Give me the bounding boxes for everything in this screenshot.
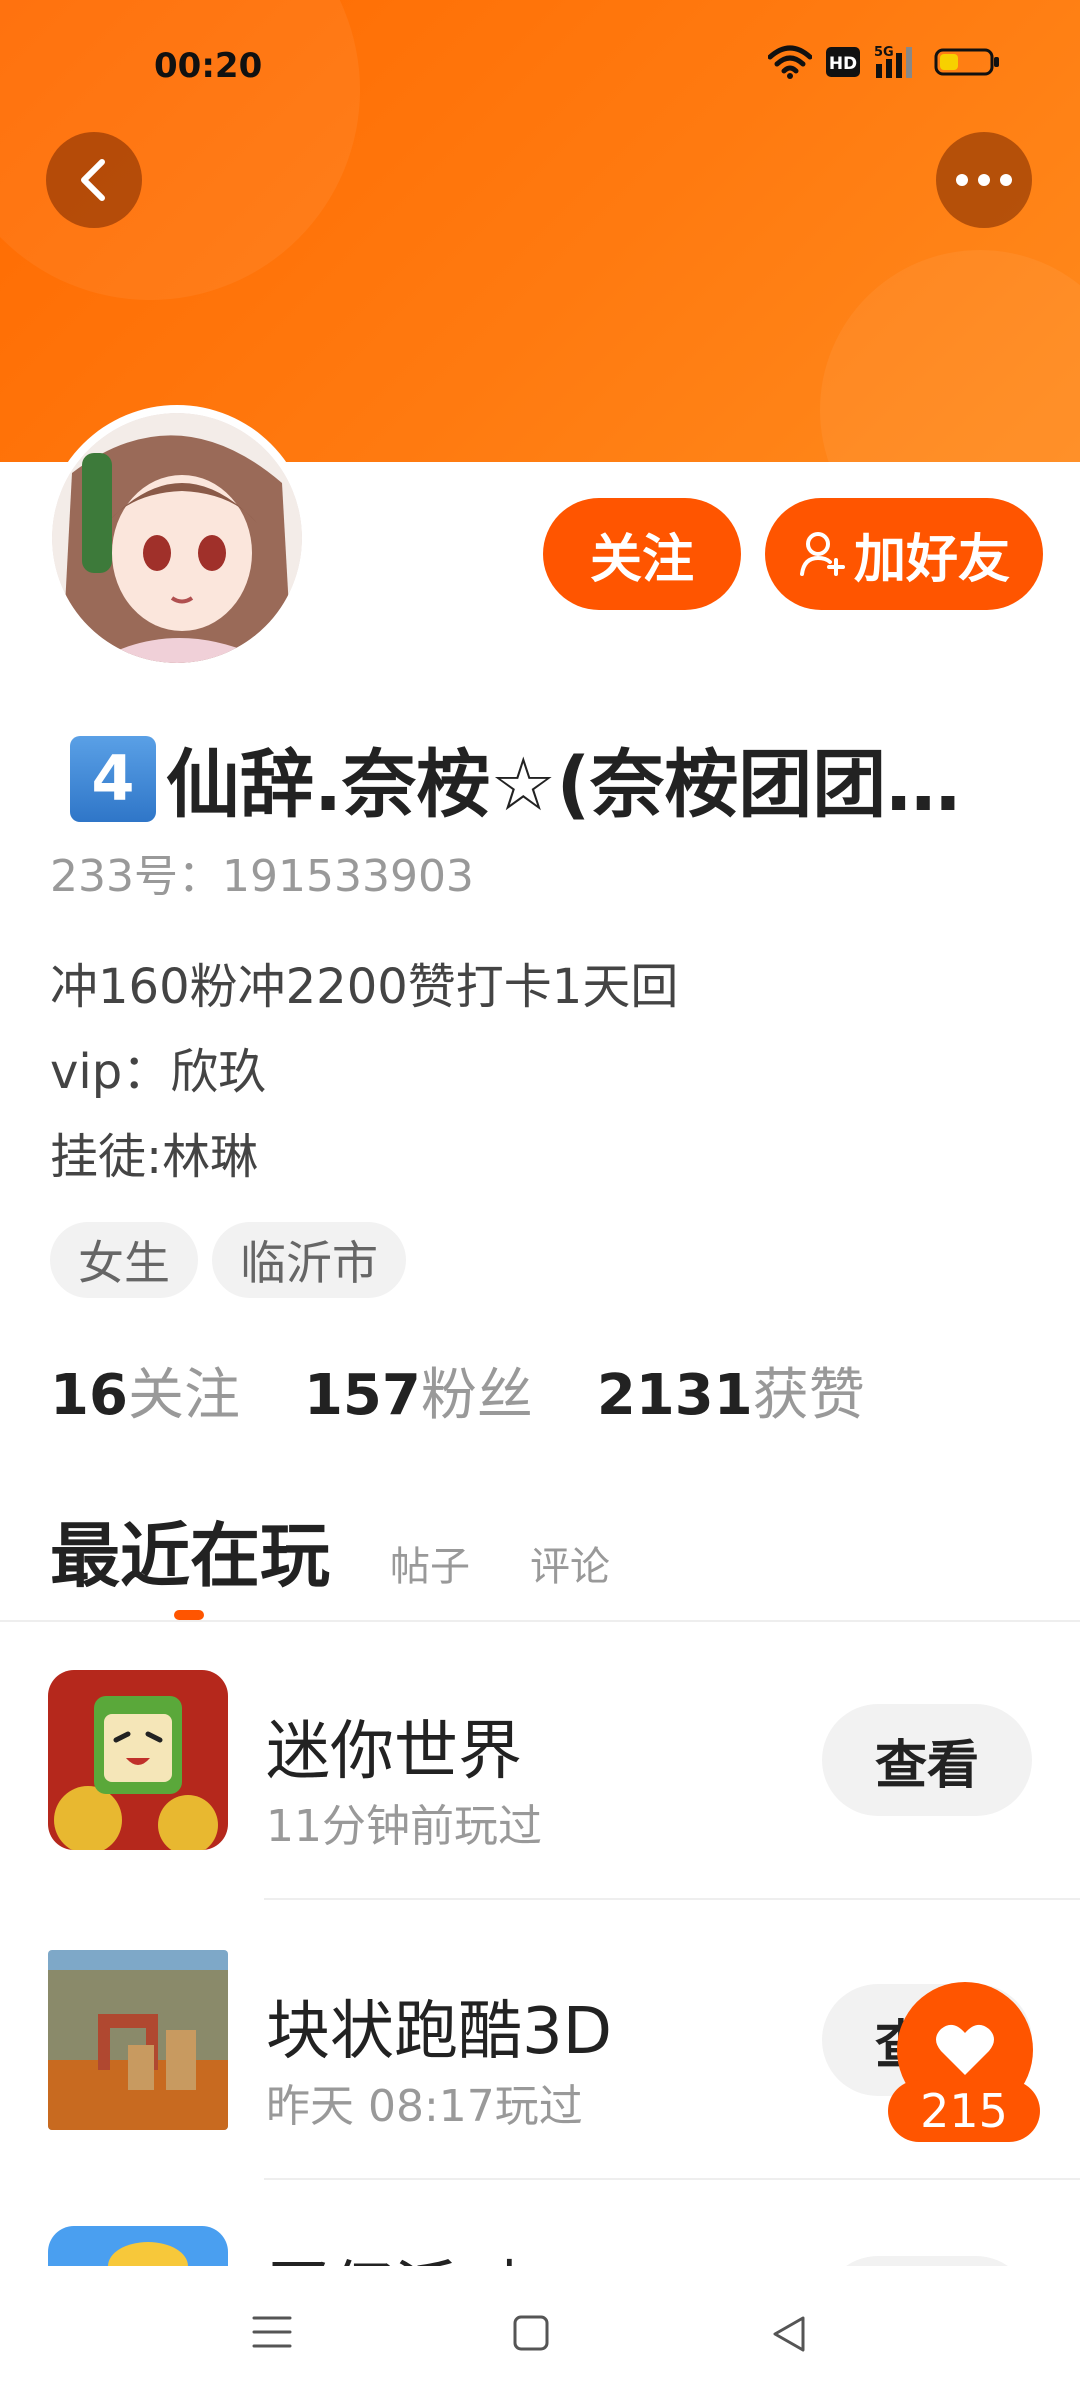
follow-label: 关注: [589, 529, 694, 590]
game-icon-egg-party: [48, 2226, 228, 2266]
game-name: 迷你世界: [266, 1715, 522, 1789]
gender-tag: 女生: [50, 1222, 198, 1298]
add-friend-button[interactable]: 加好友: [765, 498, 1043, 610]
hd-icon: HD: [826, 47, 860, 77]
heart-icon: [936, 2024, 994, 2075]
game-icon-block-parkour: [48, 1950, 228, 2130]
tab-comments[interactable]: 评论: [530, 1534, 610, 1592]
wifi-icon: [768, 45, 812, 79]
stat-number: 16: [50, 1363, 128, 1428]
list-item[interactable]: 蛋仔派对 查看: [0, 2200, 1080, 2266]
more-options-button[interactable]: [936, 132, 1032, 228]
location-tag: 临沂市: [212, 1222, 406, 1298]
back-button[interactable]: [46, 132, 142, 228]
svg-text:5G: 5G: [874, 45, 894, 60]
add-friend-label: 加好友: [853, 529, 1010, 590]
profile-tags: 女生 临沂市: [50, 1222, 406, 1298]
status-icons: HD 5G: [768, 44, 1000, 80]
back-nav-button[interactable]: [770, 2314, 808, 2358]
5g-signal-icon: 5G: [874, 45, 912, 78]
profile-stats: 16关注 157粉丝 2131获赞: [50, 1350, 865, 1431]
stat-label: 获赞: [752, 1363, 865, 1428]
decorative-circle: [0, 0, 360, 300]
avatar-image: [52, 413, 302, 663]
tab-posts[interactable]: 帖子: [390, 1534, 470, 1592]
svg-text:HD: HD: [829, 54, 857, 74]
game-name: 蛋仔派对: [266, 2240, 522, 2266]
content-tabs: 最近在玩 帖子 评论: [50, 1500, 670, 1601]
game-played-time: 昨天 08:17玩过: [266, 2081, 583, 2132]
stat-number: 2131: [596, 1363, 753, 1428]
list-item[interactable]: 迷你世界 11分钟前玩过 查看: [0, 1640, 1080, 1910]
bio-line: 冲160粉冲2200赞打卡1天回: [50, 959, 679, 1015]
divider: [264, 2178, 1080, 2180]
profile-header-banner: 00:20 HD 5G: [0, 0, 1080, 462]
game-name: 块状跑酷3D: [266, 1995, 612, 2069]
battery-low-icon: [934, 48, 999, 76]
nickname-text: 仙辞.奈桉☆(奈桉团团…: [166, 742, 961, 828]
chevron-left-icon: [81, 159, 105, 201]
follow-button[interactable]: 关注: [543, 498, 741, 610]
stat-likes[interactable]: 2131获赞: [597, 1350, 865, 1431]
stat-label: 粉丝: [420, 1363, 533, 1428]
add-user-icon: [799, 532, 845, 576]
menu-nav-button[interactable]: [252, 2314, 292, 2354]
divider: [264, 1898, 1080, 1900]
stat-label: 关注: [127, 1363, 240, 1428]
bio-line: 挂徒:林琳: [50, 1129, 259, 1185]
divider: [0, 1620, 1080, 1622]
status-time: 00:20: [154, 46, 263, 86]
bio-line: vip：欣玖: [50, 1044, 267, 1100]
home-nav-button[interactable]: [512, 2314, 550, 2356]
active-tab-indicator: [174, 1610, 204, 1620]
game-icon-mini-world: [48, 1670, 228, 1850]
stat-followers[interactable]: 157粉丝: [304, 1350, 533, 1431]
view-button[interactable]: 查看: [822, 1704, 1032, 1816]
bio: 冲160粉冲2200赞打卡1天回 vip：欣玖 挂徒:林琳: [50, 945, 678, 1200]
square-icon: [513, 2315, 549, 2351]
user-id: 233号：191533903: [50, 851, 474, 902]
game-played-time: 11分钟前玩过: [266, 1801, 542, 1852]
ellipsis-icon: [956, 174, 1012, 186]
stat-number: 157: [303, 1363, 421, 1428]
tab-recently-played[interactable]: 最近在玩: [50, 1500, 330, 1601]
avatar[interactable]: [52, 413, 302, 663]
triangle-back-icon: [773, 2316, 805, 2352]
like-count: 215: [888, 2080, 1040, 2142]
system-nav-bar: [0, 2266, 1080, 2400]
view-button[interactable]: 查看: [822, 2256, 1032, 2266]
decorative-circle: [820, 250, 1080, 462]
menu-icon: [252, 2316, 292, 2348]
number-badge: 4: [70, 735, 156, 822]
stat-following[interactable]: 16关注: [50, 1350, 240, 1431]
profile-nickname: 4 仙辞.奈桉☆(奈桉团团…: [70, 725, 1030, 832]
